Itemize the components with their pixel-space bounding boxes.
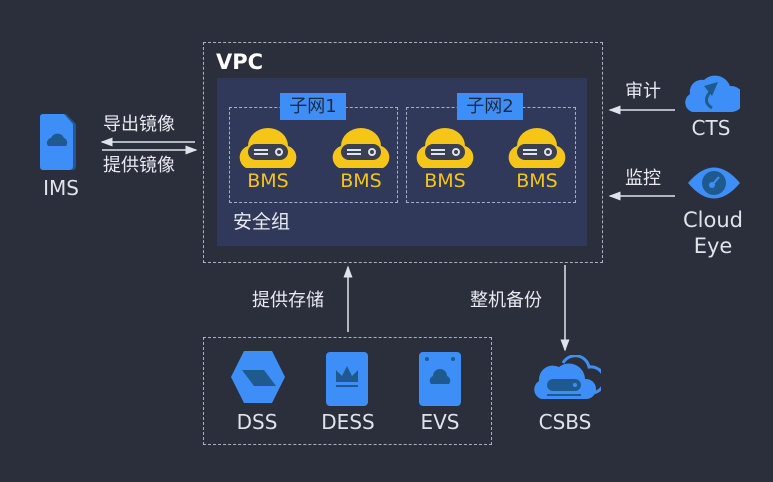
ims-label: IMS [43, 176, 79, 200]
csbs-label: CSBS [538, 410, 592, 434]
evs-disk-icon [419, 352, 461, 406]
evs-label: EVS [420, 410, 460, 434]
provide-image-label: 提供镜像 [103, 155, 175, 176]
cts-node[interactable] [684, 70, 740, 114]
cloudeye-label-line2: Eye [693, 234, 733, 258]
ims-image-icon [40, 114, 76, 170]
dss-hexagon-icon [231, 351, 285, 403]
export-image-label: 导出镜像 [103, 114, 175, 135]
cloudeye-node[interactable] [686, 162, 742, 204]
audit-label: 审计 [625, 81, 661, 102]
cts-label: CTS [691, 116, 731, 140]
cloudeye-label-line1: Cloud [683, 208, 743, 232]
dss-node[interactable] [230, 350, 286, 404]
csbs-node[interactable] [533, 355, 601, 401]
ims-node[interactable] [40, 114, 78, 170]
csbs-cloud-backup-icon [534, 355, 601, 399]
backup-label: 整机备份 [470, 290, 542, 311]
provide-storage-label: 提供存储 [252, 290, 324, 311]
dess-crown-icon [326, 352, 368, 406]
dess-label: DESS [321, 410, 375, 434]
dss-label: DSS [236, 410, 278, 434]
evs-node[interactable] [419, 352, 461, 406]
monitor-label: 监控 [625, 168, 661, 189]
cloudeye-eye-icon [688, 167, 740, 199]
cts-cloud-trace-icon [685, 75, 740, 112]
dess-node[interactable] [326, 352, 368, 406]
